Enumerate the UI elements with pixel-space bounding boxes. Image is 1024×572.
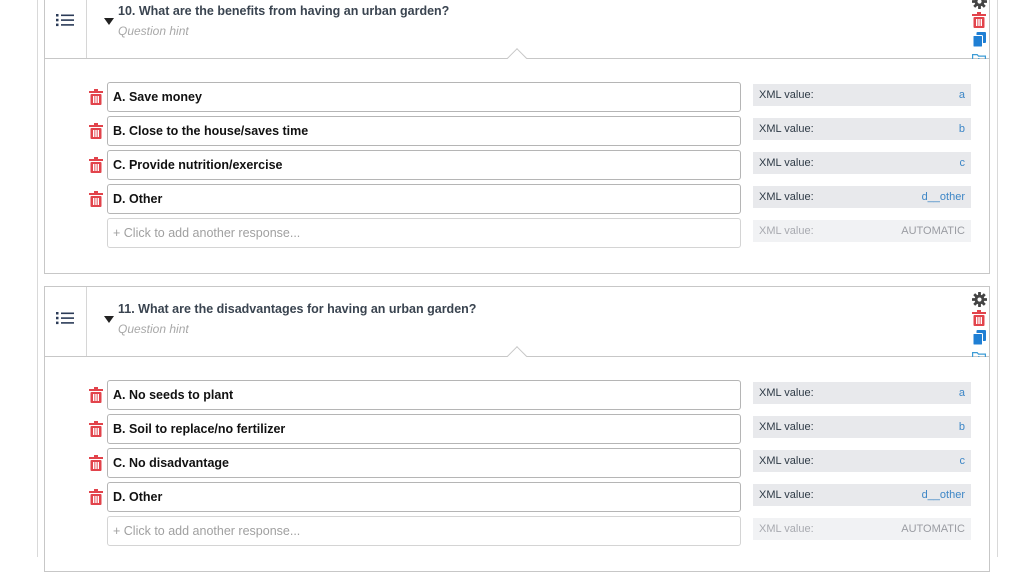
- collapse-caret-icon[interactable]: [104, 18, 114, 25]
- delete-choice-icon[interactable]: [89, 455, 103, 471]
- xml-value-label: XML value:: [759, 225, 814, 237]
- xml-value[interactable]: b: [959, 118, 965, 140]
- survey-right-border: [997, 0, 998, 557]
- choice-row: D. Other XML value: d__other: [45, 184, 991, 214]
- choice-row: B. Close to the house/saves time XML valu…: [45, 116, 991, 146]
- xml-value[interactable]: c: [960, 450, 966, 472]
- delete-choice-icon[interactable]: [89, 123, 103, 139]
- question-card: 10. What are the benefits from having an…: [44, 0, 990, 274]
- delete-choice-icon[interactable]: [89, 489, 103, 505]
- drag-handle[interactable]: [45, 287, 87, 356]
- choice-label-input[interactable]: A. Save money: [107, 82, 741, 112]
- xml-value-field[interactable]: XML value: a: [753, 382, 971, 404]
- xml-value-field[interactable]: XML value: d__other: [753, 484, 971, 506]
- choice-label-input[interactable]: C. Provide nutrition/exercise: [107, 150, 741, 180]
- choice-row: C. Provide nutrition/exercise XML value: c: [45, 150, 991, 180]
- xml-value-field[interactable]: XML value: a: [753, 84, 971, 106]
- xml-value-label: XML value:: [759, 455, 814, 467]
- delete-choice-icon[interactable]: [89, 157, 103, 173]
- question-label[interactable]: 10. What are the benefits from having an…: [118, 4, 449, 18]
- choice-row: A. No seeds to plant XML value: a: [45, 380, 991, 410]
- choice-label-input[interactable]: B. Soil to replace/no fertilizer: [107, 414, 741, 444]
- drag-handle[interactable]: [45, 0, 87, 58]
- xml-value-field[interactable]: XML value: d__other: [753, 186, 971, 208]
- xml-value[interactable]: a: [959, 84, 965, 106]
- xml-value[interactable]: a: [959, 382, 965, 404]
- choice-label-input[interactable]: A. No seeds to plant: [107, 380, 741, 410]
- question-hint[interactable]: Question hint: [118, 322, 189, 336]
- question-card: 11. What are the disadvantages for havin…: [44, 286, 990, 572]
- xml-value-label: XML value:: [759, 123, 814, 135]
- xml-value-field: XML value: AUTOMATIC: [753, 518, 971, 540]
- xml-value-label: XML value:: [759, 89, 814, 101]
- xml-value-field[interactable]: XML value: c: [753, 450, 971, 472]
- choice-label-input[interactable]: C. No disadvantage: [107, 448, 741, 478]
- choice-label-input[interactable]: D. Other: [107, 482, 741, 512]
- settings-gear-icon[interactable]: [969, 290, 989, 308]
- xml-value[interactable]: d__other: [922, 484, 965, 506]
- choice-row: A. Save money XML value: a: [45, 82, 991, 112]
- question-hint[interactable]: Question hint: [118, 24, 189, 38]
- delete-choice-icon[interactable]: [89, 89, 103, 105]
- choice-label-input[interactable]: B. Close to the house/saves time: [107, 116, 741, 146]
- xml-value-field[interactable]: XML value: b: [753, 416, 971, 438]
- duplicate-question-icon[interactable]: [969, 328, 989, 346]
- xml-value-label: XML value:: [759, 523, 814, 535]
- add-choice-row: + Click to add another response... XML va…: [45, 218, 991, 248]
- xml-value-field[interactable]: XML value: b: [753, 118, 971, 140]
- xml-value[interactable]: c: [960, 152, 966, 174]
- xml-value-field: XML value: AUTOMATIC: [753, 220, 971, 242]
- delete-question-icon[interactable]: [969, 309, 989, 327]
- xml-value-label: XML value:: [759, 157, 814, 169]
- xml-value-automatic: AUTOMATIC: [901, 225, 965, 237]
- delete-choice-icon[interactable]: [89, 421, 103, 437]
- xml-value[interactable]: b: [959, 416, 965, 438]
- add-choice-row: + Click to add another response... XML va…: [45, 516, 991, 546]
- list-drag-icon[interactable]: [56, 311, 74, 330]
- delete-question-icon[interactable]: [969, 11, 989, 29]
- xml-value-field[interactable]: XML value: c: [753, 152, 971, 174]
- collapse-caret-icon[interactable]: [104, 316, 114, 323]
- question-label[interactable]: 11. What are the disadvantages for havin…: [118, 302, 476, 316]
- xml-value-label: XML value:: [759, 489, 814, 501]
- list-drag-icon[interactable]: [56, 13, 74, 32]
- xml-value-automatic: AUTOMATIC: [901, 523, 965, 535]
- choice-row: D. Other XML value: d__other: [45, 482, 991, 512]
- duplicate-question-icon[interactable]: [969, 30, 989, 48]
- add-response-input[interactable]: + Click to add another response...: [107, 218, 741, 248]
- xml-value-label: XML value:: [759, 191, 814, 203]
- xml-value-label: XML value:: [759, 387, 814, 399]
- settings-gear-icon[interactable]: [969, 0, 989, 10]
- choice-row: B. Soil to replace/no fertilizer XML valu…: [45, 414, 991, 444]
- survey-left-border: [37, 0, 38, 557]
- choice-row: C. No disadvantage XML value: c: [45, 448, 991, 478]
- delete-choice-icon[interactable]: [89, 387, 103, 403]
- choice-label-input[interactable]: D. Other: [107, 184, 741, 214]
- xml-value-label: XML value:: [759, 421, 814, 433]
- question-choices-panel: A. Save money XML value: a B. Close to the …: [44, 48, 991, 274]
- add-response-input[interactable]: + Click to add another response...: [107, 516, 741, 546]
- delete-choice-icon[interactable]: [89, 191, 103, 207]
- question-choices-panel: A. No seeds to plant XML value: a B. Soil t…: [44, 346, 991, 572]
- xml-value[interactable]: d__other: [922, 186, 965, 208]
